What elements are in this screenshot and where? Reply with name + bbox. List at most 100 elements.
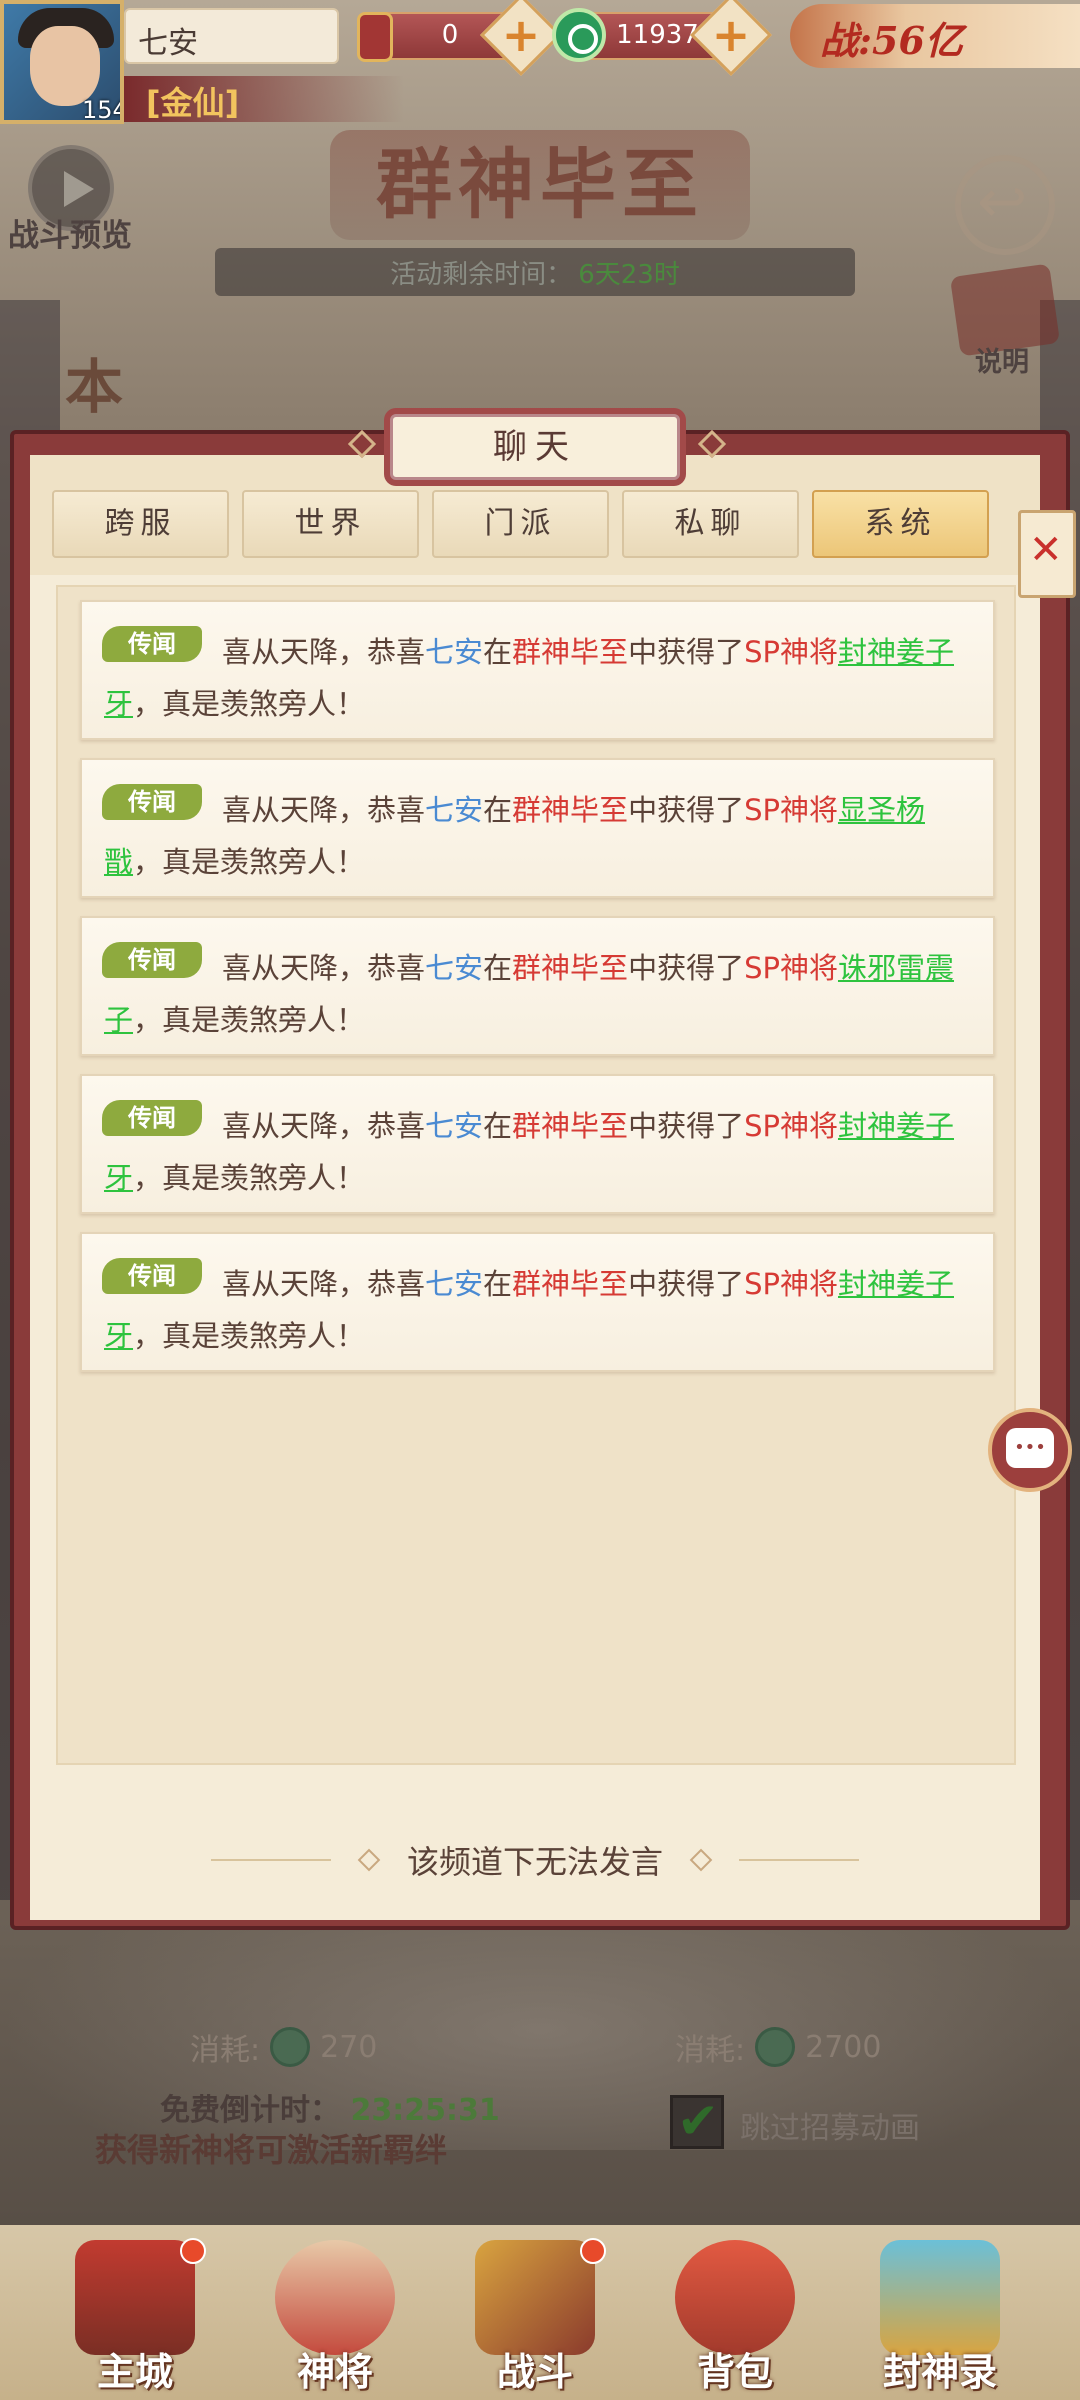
nav-bag[interactable]: 背包 (650, 2220, 820, 2400)
nav-label: 主城 (96, 2349, 173, 2394)
nav-main-city[interactable]: 主城 (50, 2220, 220, 2400)
free-countdown-label: 免费倒计时： (160, 2093, 340, 2128)
event-name: 群神毕至 (512, 1109, 629, 1143)
message-text: 喜从天降，恭喜七安在群神毕至中获得了SP神将显圣杨戬，真是羡煞旁人！ (104, 784, 974, 888)
message-part: ，真是羡煞旁人！ (133, 845, 366, 879)
remaining-label: 活动剩余时间： (390, 259, 573, 290)
free-countdown: 免费倒计时： 23:25:31 (160, 2085, 500, 2129)
message-part: 在 (483, 1109, 513, 1143)
player-link[interactable]: 七安 (425, 1267, 483, 1301)
notification-dot (580, 2238, 606, 2264)
cost-value-left: 270 (320, 2029, 378, 2065)
combat-power: 战:56亿 (790, 4, 1080, 68)
tab-cross-server[interactable]: 跨服 (52, 490, 229, 558)
list-item: 传闻 喜从天降，恭喜七安在群神毕至中获得了SP神将封神姜子牙，真是羡煞旁人！ (80, 600, 995, 740)
free-countdown-value: 23:25:31 (350, 2093, 500, 2128)
message-part: ，真是羡煞旁人！ (133, 687, 366, 721)
divider-gem (357, 1848, 381, 1872)
event-title-banner: 群神毕至 (330, 130, 750, 240)
message-part: 中获得了 (628, 793, 745, 827)
event-name: 群神毕至 (512, 793, 629, 827)
nav-label: 封神录 (882, 2349, 997, 2394)
message-part: 喜从天降，恭喜 (222, 793, 426, 827)
cost-label-right: 消耗: (675, 2033, 746, 2068)
notification-dot (180, 2238, 206, 2264)
main-city-icon (75, 2240, 195, 2355)
divider-gem (689, 1848, 713, 1872)
jade-coin-icon (270, 2027, 311, 2067)
message-part: 喜从天降，恭喜 (222, 1267, 426, 1301)
event-name: 群神毕至 (512, 635, 629, 669)
message-part: 中获得了 (628, 635, 745, 669)
player-name: 七安 (124, 8, 339, 64)
chat-title: 聊天 (493, 427, 577, 467)
bag-icon (675, 2240, 795, 2355)
message-part: 在 (483, 951, 513, 985)
cost-left: 消耗: 270 (190, 2025, 377, 2069)
plus-icon: + (501, 7, 541, 62)
hero-grade: SP神将 (744, 1109, 838, 1143)
event-name: 群神毕至 (512, 951, 629, 985)
event-name: 群神毕至 (512, 1267, 629, 1301)
list-item: 传闻 喜从天降，恭喜七安在群神毕至中获得了SP神将显圣杨戬，真是羡煞旁人！ (80, 758, 995, 898)
player-link[interactable]: 七安 (425, 793, 483, 827)
player-link[interactable]: 七安 (425, 1109, 483, 1143)
close-button[interactable] (1018, 510, 1076, 598)
cost-value-right: 2700 (805, 2029, 882, 2065)
player-link[interactable]: 七安 (425, 951, 483, 985)
message-part: 在 (483, 1267, 513, 1301)
list-item: 传闻 喜从天降，恭喜七安在群神毕至中获得了SP神将封神姜子牙，真是羡煞旁人！ (80, 1232, 995, 1372)
list-item: 传闻 喜从天降，恭喜七安在群神毕至中获得了SP神将封神姜子牙，真是羡煞旁人！ (80, 1074, 995, 1214)
cost-label-left: 消耗: (190, 2033, 261, 2068)
top-hud: 154 七安 [金仙] 0 + 11937 + 战:56亿 (0, 0, 1080, 130)
cost-right: 消耗: 2700 (675, 2025, 881, 2069)
jade-coin-icon (755, 2027, 796, 2067)
heroes-icon (275, 2240, 395, 2355)
hero-grade: SP神将 (744, 793, 838, 827)
divider (739, 1859, 859, 1861)
list-item: 传闻 喜从天降，恭喜七安在群神毕至中获得了SP神将诛邪雷震子，真是羡煞旁人！ (80, 916, 995, 1056)
side-banner-char: 本 (65, 353, 124, 421)
nav-label: 战斗 (496, 2349, 573, 2394)
plus-icon: + (711, 7, 751, 62)
hero-grade: SP神将 (744, 951, 838, 985)
chat-bubble-icon[interactable] (988, 1408, 1072, 1492)
avatar[interactable]: 154 (0, 0, 124, 124)
channel-notice-text: 该频道下无法发言 (406, 1843, 663, 1881)
tab-private[interactable]: 私聊 (622, 490, 799, 558)
avatar-face (30, 26, 100, 106)
tab-system[interactable]: 系统 (812, 490, 989, 558)
message-part: 中获得了 (628, 1109, 745, 1143)
hero-grade: SP神将 (744, 1267, 838, 1301)
chat-tabs: 跨服 世界 门派 私聊 系统 (52, 490, 989, 558)
checkbox-icon[interactable] (670, 2092, 724, 2150)
battle-preview-label: 战斗预览 (8, 218, 132, 254)
player-link[interactable]: 七安 (425, 635, 483, 669)
skip-animation-label: 跳过招募动画 (740, 2111, 920, 2146)
channel-notice: 该频道下无法发言 (30, 1820, 1040, 1900)
bond-tip: 获得新神将可激活新羁绊 (95, 2131, 448, 2169)
player-level: 154 (82, 96, 124, 124)
remaining-value: 6天23时 (578, 259, 680, 290)
message-part: 喜从天降，恭喜 (222, 635, 426, 669)
chat-title-plate: 聊天 (390, 414, 680, 480)
nav-fengshen-record[interactable]: 封神录 (855, 2220, 1025, 2400)
battle-icon (475, 2240, 595, 2355)
message-part: 在 (483, 793, 513, 827)
fengshen-record-icon (880, 2240, 1000, 2355)
jade-coin-icon (552, 8, 606, 62)
nav-label: 神将 (296, 2349, 373, 2394)
message-part: ，真是羡煞旁人！ (133, 1161, 366, 1195)
token-icon (345, 6, 401, 62)
message-text: 喜从天降，恭喜七安在群神毕至中获得了SP神将封神姜子牙，真是羡煞旁人！ (104, 1258, 974, 1362)
divider (210, 1859, 331, 1861)
back-button[interactable] (955, 155, 1055, 255)
nav-battle[interactable]: 战斗 (450, 2220, 620, 2400)
message-text: 喜从天降，恭喜七安在群神毕至中获得了SP神将封神姜子牙，真是羡煞旁人！ (104, 626, 974, 730)
tab-world[interactable]: 世界 (242, 490, 419, 558)
message-text: 喜从天降，恭喜七安在群神毕至中获得了SP神将封神姜子牙，真是羡煞旁人！ (104, 1100, 974, 1204)
message-part: 喜从天降，恭喜 (222, 1109, 426, 1143)
message-part: 中获得了 (628, 951, 745, 985)
tab-sect[interactable]: 门派 (432, 490, 609, 558)
nav-heroes[interactable]: 神将 (250, 2220, 420, 2400)
